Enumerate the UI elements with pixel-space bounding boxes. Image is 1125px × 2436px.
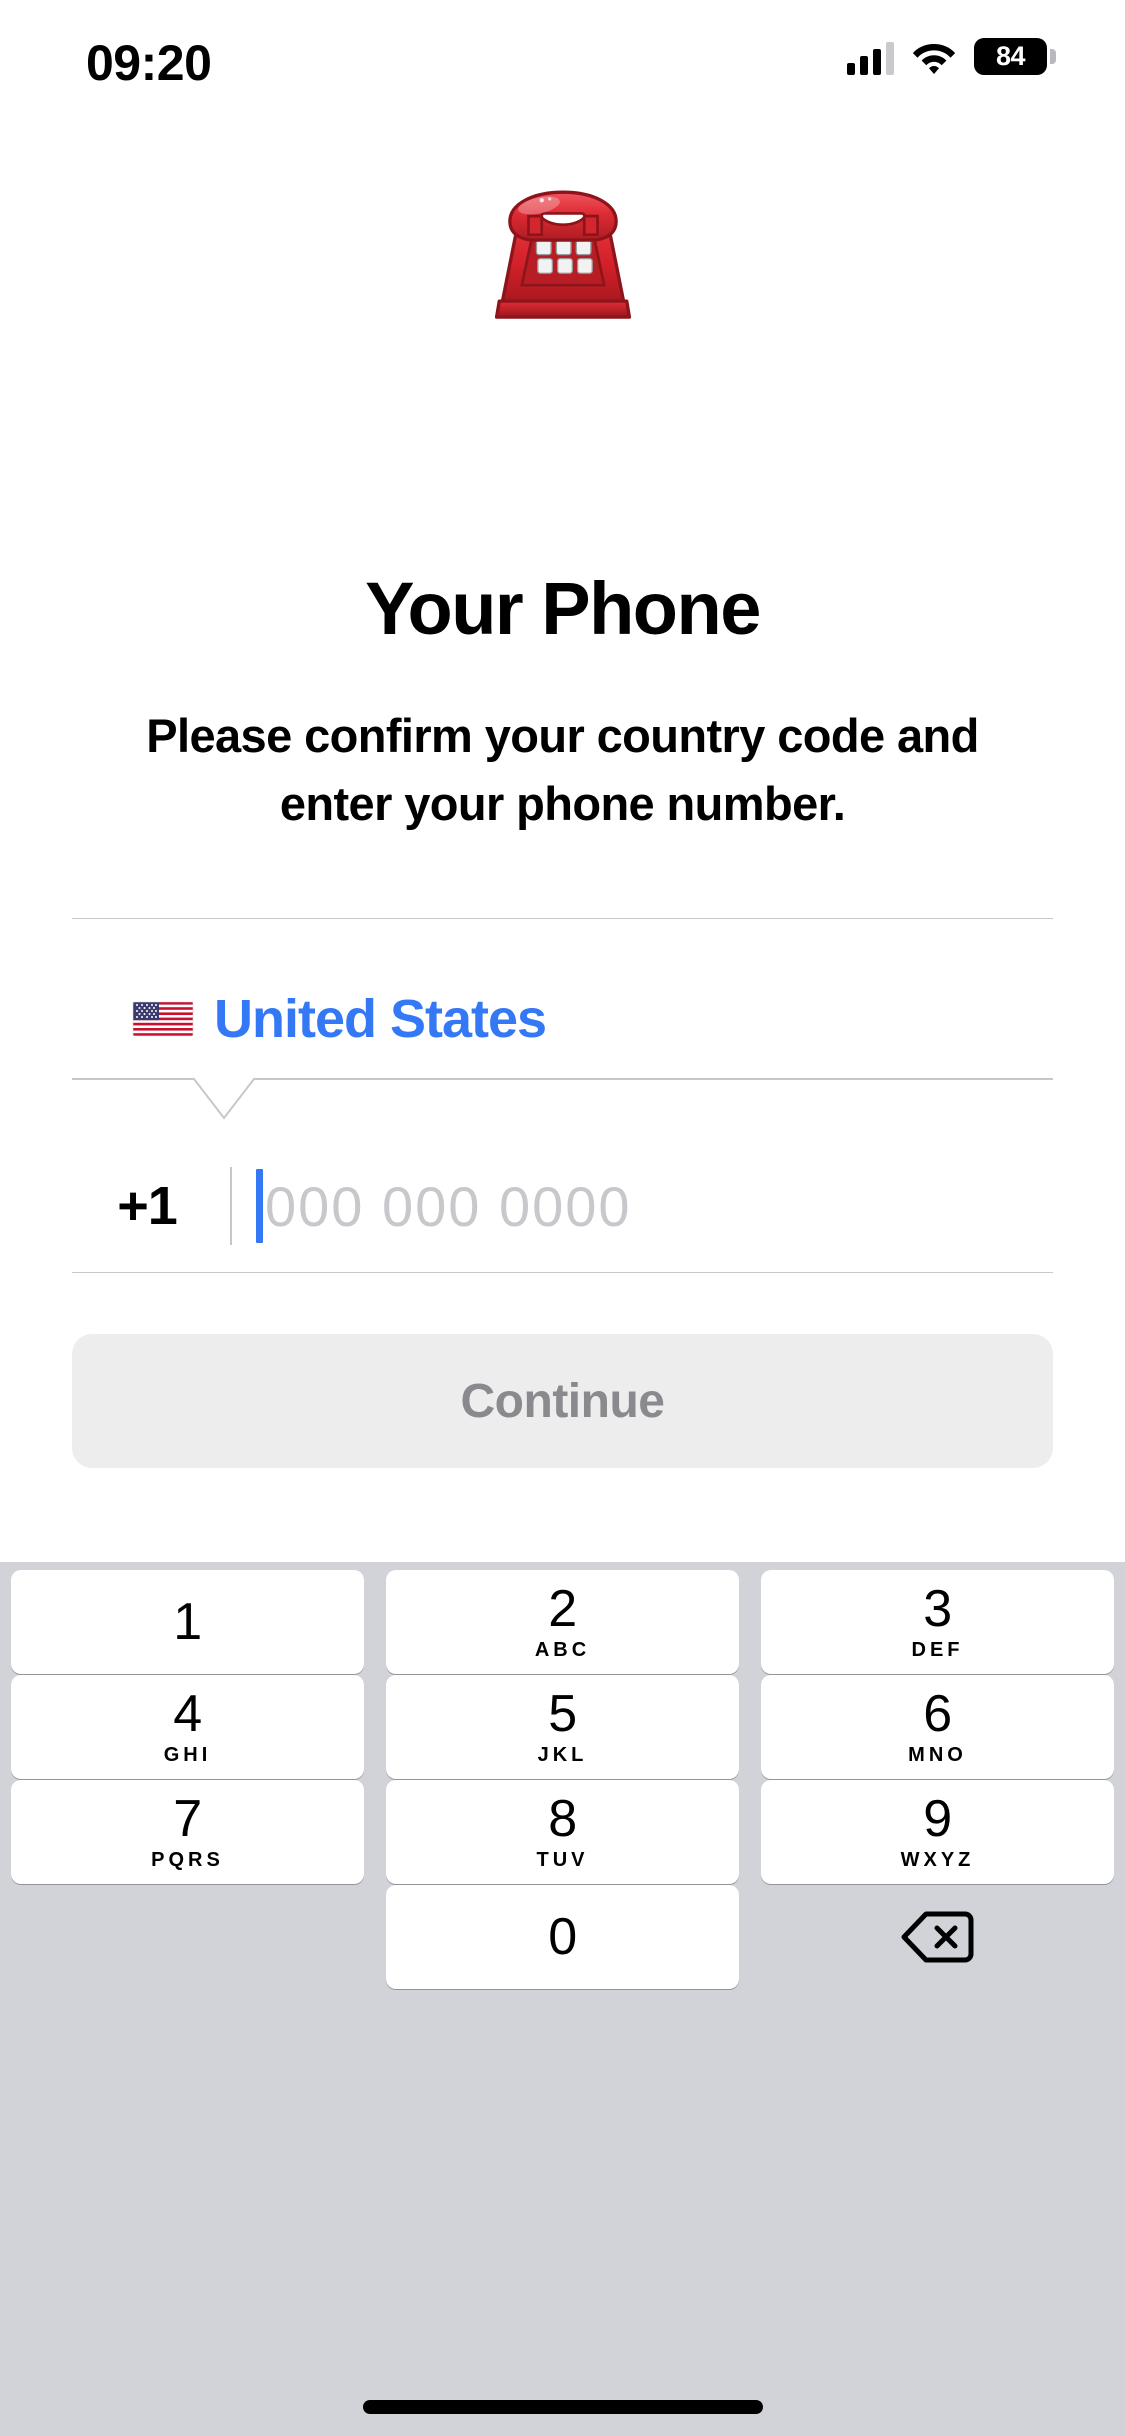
keypad-key-7-surface[interactable]: 7 PQRS	[11, 1780, 364, 1884]
divider-with-chevron-notch	[72, 1078, 1053, 1140]
divider-above-country	[72, 918, 1053, 919]
keypad-digit-label: 1	[173, 1593, 202, 1651]
phone-number-input[interactable]: 000 000 0000	[232, 1140, 1053, 1272]
keypad-key-5-surface[interactable]: 5 JKL	[386, 1675, 739, 1779]
keypad-key-backspace[interactable]	[750, 1891, 1125, 1995]
keypad-key-3[interactable]: 3 DEF	[750, 1570, 1125, 1680]
keypad-digit-label: 2	[548, 1580, 577, 1638]
keypad-key-6[interactable]: 6 MNO	[750, 1675, 1125, 1785]
keypad-key-4-surface[interactable]: 4 GHI	[11, 1675, 364, 1779]
keypad-letters-label: JKL	[537, 1744, 588, 1766]
keypad-letters-label: GHI	[163, 1744, 212, 1766]
page-subtitle: Please confirm your country code and ent…	[146, 709, 979, 830]
keypad-letters-label: MNO	[908, 1744, 967, 1766]
keypad-row: 0	[0, 1885, 1125, 1995]
keypad-key-4[interactable]: 4 GHI	[0, 1675, 375, 1785]
cellular-signal-icon	[847, 39, 894, 75]
keypad-key-9[interactable]: 9 WXYZ	[750, 1780, 1125, 1890]
keypad-key-2[interactable]: 2 ABC	[375, 1570, 750, 1680]
wifi-icon	[912, 43, 956, 74]
keypad-key-3-surface[interactable]: 3 DEF	[761, 1570, 1114, 1674]
battery-level-label: 84	[995, 41, 1026, 71]
keypad-letters-label: ABC	[534, 1639, 591, 1661]
numeric-keypad: 1 2 ABC 3 DEF 4 GHI 5 JKL 6 MNO 7 PQRS 8 TUV 9 WXYZ 0	[0, 1562, 1125, 2436]
status-bar-time: 09:20	[86, 35, 212, 91]
keypad-key-7[interactable]: 7 PQRS	[0, 1780, 375, 1890]
keypad-digit-label: 4	[173, 1685, 202, 1743]
keypad-digit-label: 5	[548, 1685, 577, 1743]
keypad-row: 1 2 ABC 3 DEF	[0, 1570, 1125, 1680]
status-bar-indicators: 84	[847, 38, 1056, 75]
backspace-icon[interactable]	[761, 1885, 1114, 1989]
keypad-key-9-surface[interactable]: 9 WXYZ	[761, 1780, 1114, 1884]
keypad-key-1-surface[interactable]: 1	[11, 1570, 364, 1674]
home-indicator	[362, 2400, 763, 2414]
text-caret	[256, 1169, 263, 1243]
keypad-key-0[interactable]: 0	[375, 1885, 750, 1995]
keypad-key-1[interactable]: 1	[0, 1570, 375, 1680]
keypad-spacer	[0, 1891, 375, 1995]
keypad-key-8[interactable]: 8 TUV	[375, 1780, 750, 1890]
keypad-digit-label: 8	[548, 1790, 577, 1848]
keypad-letters-label: TUV	[536, 1849, 589, 1871]
keypad-letters-label: PQRS	[151, 1849, 224, 1871]
country-code-label: +1	[117, 1176, 178, 1236]
phone-input-row[interactable]: +1 000 000 0000	[72, 1140, 1053, 1272]
battery-icon: 84	[974, 38, 1056, 75]
keypad-key-8-surface[interactable]: 8 TUV	[386, 1780, 739, 1884]
keypad-letters-label: WXYZ	[900, 1849, 975, 1871]
country-selector[interactable]: United States	[72, 960, 1053, 1078]
keypad-digit-label: 0	[548, 1908, 577, 1966]
divider-below-phone-input	[72, 1272, 1053, 1273]
keypad-key-5[interactable]: 5 JKL	[375, 1675, 750, 1785]
keypad-key-2-surface[interactable]: 2 ABC	[386, 1570, 739, 1674]
keypad-spacer-inner	[11, 1885, 364, 1989]
status-bar: 09:20 84	[0, 0, 1125, 132]
continue-button[interactable]: Continue	[72, 1334, 1053, 1468]
keypad-row: 7 PQRS 8 TUV 9 WXYZ	[0, 1780, 1125, 1890]
page-title: Your Phone	[365, 567, 761, 650]
keypad-digit-label: 9	[923, 1790, 952, 1848]
phone-entry-screen: 09:20 84 Your Phone Please confirm your …	[0, 0, 1125, 2436]
keypad-key-6-surface[interactable]: 6 MNO	[761, 1675, 1114, 1779]
keypad-digit-label: 7	[173, 1790, 202, 1848]
keypad-letters-label: DEF	[911, 1639, 964, 1661]
keypad-grid: 1 2 ABC 3 DEF 4 GHI 5 JKL 6 MNO 7 PQRS 8 TUV 9 WXYZ 0	[0, 1570, 1125, 1996]
phone-number-placeholder: 000 000 0000	[265, 1174, 632, 1238]
us-flag-icon	[132, 998, 194, 1040]
keypad-digit-label: 3	[923, 1580, 952, 1638]
country-name-label: United States	[214, 989, 547, 1049]
keypad-row: 4 GHI 5 JKL 6 MNO	[0, 1675, 1125, 1785]
keypad-key-0-surface[interactable]: 0	[386, 1885, 739, 1989]
keypad-digit-label: 6	[923, 1685, 952, 1743]
telephone-emoji	[0, 146, 1125, 333]
